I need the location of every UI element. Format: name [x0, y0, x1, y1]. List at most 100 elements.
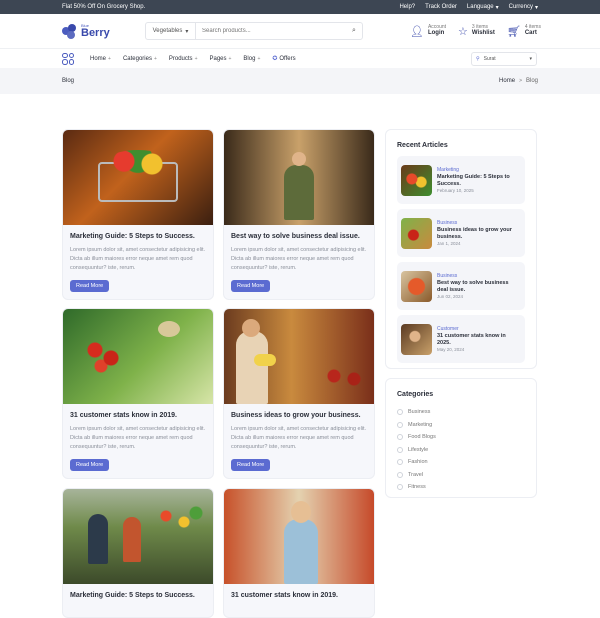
- recent-articles-panel: Recent Articles Marketing Marketing Guide…: [385, 129, 537, 369]
- post-title[interactable]: Marketing Guide: 5 Steps to Success.: [70, 592, 206, 599]
- post-image-woman-bananas: [224, 309, 374, 404]
- nav-item-home[interactable]: Home +: [90, 56, 111, 62]
- nav-label: Products: [168, 55, 193, 62]
- article-date: Jun 02, 2024: [437, 294, 464, 300]
- category-item[interactable]: Marketing: [397, 419, 436, 432]
- article-title[interactable]: 31 customer stats know in 2025.: [437, 333, 521, 347]
- read-more-button[interactable]: Read More: [231, 280, 271, 292]
- category-grid-icon[interactable]: [62, 52, 74, 65]
- cart-button[interactable]: 🛒︎ 4 items Cart: [507, 24, 541, 37]
- wishlist-label: Wishlist: [471, 30, 495, 37]
- language-label: Language: [466, 4, 494, 10]
- plus-icon: +: [228, 55, 232, 62]
- nav-item-offers[interactable]: ✪ Offers: [272, 55, 296, 63]
- wishlist-button[interactable]: ☆ 3 items Wishlist: [458, 24, 495, 37]
- plus-icon: +: [153, 55, 157, 62]
- post-title[interactable]: 31 customer stats know in 2019.: [70, 412, 206, 419]
- radio-icon: [397, 459, 403, 466]
- recent-article-item[interactable]: Business Business ideas to grow your busi…: [397, 209, 525, 257]
- post-image-cart-vegetables: [63, 130, 213, 225]
- logo[interactable]: Blue Berry: [62, 23, 146, 39]
- article-title[interactable]: Business ideas to grow your business.: [437, 227, 521, 241]
- article-title[interactable]: Marketing Guide: 5 Steps to Success.: [437, 174, 521, 188]
- article-thumbnail: [401, 323, 432, 355]
- post-excerpt: Lorem ipsum dolor sit, amet consectetur …: [70, 247, 206, 272]
- post-title[interactable]: Marketing Guide: 5 Steps to Success.: [70, 233, 206, 240]
- nav-label: Blog: [243, 55, 256, 62]
- breadcrumb-separator: >: [519, 78, 522, 84]
- track-order-link[interactable]: Track Order: [425, 4, 457, 11]
- post-title[interactable]: Best way to solve business deal issue.: [231, 233, 367, 240]
- user-icon: 👤︎: [410, 25, 424, 38]
- post-title[interactable]: 31 customer stats know in 2019.: [231, 592, 367, 599]
- blog-card[interactable]: Marketing Guide: 5 Steps to Success. Lor…: [62, 129, 214, 300]
- currency-label: Currency: [508, 4, 533, 10]
- recent-articles-title: Recent Articles: [397, 142, 448, 149]
- search-input[interactable]: [196, 23, 346, 39]
- category-item[interactable]: Fitness: [397, 481, 436, 494]
- post-excerpt: Lorem ipsum dolor sit, amet consectetur …: [231, 247, 367, 272]
- nav-item-products[interactable]: Products +: [169, 56, 198, 62]
- top-bar: Flat 50% Off On Grocery Shop. Help? Trac…: [0, 0, 600, 14]
- category-select[interactable]: Vegetables ▾: [146, 23, 196, 39]
- logo-name: Berry: [81, 26, 110, 39]
- chevron-down-icon: ▾: [529, 55, 532, 62]
- category-label: Food Blogs: [408, 434, 436, 441]
- category-item[interactable]: Business: [397, 406, 436, 419]
- recent-article-item[interactable]: Customer 31 customer stats know in 2025. M…: [397, 315, 525, 363]
- category-item[interactable]: Food Blogs: [397, 431, 436, 444]
- blog-card[interactable]: Best way to solve business deal issue. L…: [223, 129, 375, 300]
- breadcrumb-bar: Blog Home > Blog: [0, 68, 600, 94]
- nav-label: Offers: [279, 55, 296, 62]
- currency-dropdown[interactable]: Currency ▾: [509, 4, 538, 11]
- breadcrumb-home[interactable]: Home: [499, 78, 515, 84]
- blog-card[interactable]: Business ideas to grow your business. Lo…: [223, 308, 375, 479]
- nav-item-pages[interactable]: Pages +: [209, 56, 231, 62]
- blog-card[interactable]: 31 customer stats know in 2019.: [223, 488, 375, 618]
- category-item[interactable]: Lifestyle: [397, 444, 436, 457]
- read-more-button[interactable]: Read More: [231, 459, 271, 471]
- category-label: Lifestyle: [408, 446, 429, 453]
- post-title[interactable]: Business ideas to grow your business.: [231, 412, 367, 419]
- promo-text: Flat 50% Off On Grocery Shop.: [62, 4, 146, 10]
- location-value: Surat: [483, 55, 496, 62]
- plus-icon: +: [194, 55, 198, 62]
- header: Blue Berry Vegetables ▾ ⌕ 👤︎ AccountLogi…: [0, 14, 600, 48]
- account-button[interactable]: 👤︎ Account Login: [410, 24, 446, 37]
- chevron-down-icon: ▾: [495, 4, 499, 11]
- blog-card[interactable]: 31 customer stats know in 2019. Lorem ip…: [62, 308, 214, 479]
- nav-label: Pages: [209, 55, 227, 62]
- category-item[interactable]: Travel: [397, 469, 436, 482]
- recent-article-item[interactable]: Business Best way to solve business deal …: [397, 262, 525, 310]
- post-image-woman-produce: [224, 489, 374, 584]
- help-link[interactable]: Help?: [399, 4, 415, 11]
- nav-label: Home: [90, 55, 107, 62]
- categories-panel: Categories Business Marketing Food Blogs…: [385, 378, 537, 498]
- blog-card[interactable]: Marketing Guide: 5 Steps to Success.: [62, 488, 214, 618]
- nav-label: Categories: [122, 55, 152, 62]
- category-item[interactable]: Fashion: [397, 456, 436, 469]
- offer-badge-icon: ✪: [272, 56, 278, 62]
- read-more-button[interactable]: Read More: [70, 459, 110, 471]
- cart-icon: 🛒︎: [506, 25, 521, 38]
- article-tag[interactable]: Business: [437, 273, 521, 279]
- article-tag[interactable]: Business: [437, 220, 521, 226]
- article-tag[interactable]: Customer: [437, 326, 521, 332]
- chevron-down-icon: ▾: [534, 4, 538, 11]
- post-image-family-shopping: [63, 489, 213, 584]
- location-select[interactable]: ⚲ Surat ▾: [471, 51, 537, 66]
- search-icon[interactable]: ⌕: [346, 27, 362, 35]
- language-dropdown[interactable]: Language ▾: [467, 4, 499, 11]
- read-more-button[interactable]: Read More: [70, 280, 110, 292]
- category-list: Business Marketing Food Blogs Lifestyle …: [397, 406, 436, 494]
- article-title[interactable]: Best way to solve business deal issue.: [437, 280, 521, 294]
- top-links: Help? Track Order Language ▾ Currency ▾: [399, 4, 538, 11]
- nav-item-blog[interactable]: Blog +: [243, 56, 260, 62]
- article-date: May 20, 2024: [437, 347, 465, 353]
- article-tag[interactable]: Marketing: [437, 167, 521, 173]
- nav-item-categories[interactable]: Categories +: [123, 56, 157, 62]
- categories-title: Categories: [397, 391, 434, 398]
- post-image-supermarket-aisle: [224, 130, 374, 225]
- category-label: Fashion: [408, 459, 428, 466]
- recent-article-item[interactable]: Marketing Marketing Guide: 5 Steps to Suc…: [397, 156, 525, 204]
